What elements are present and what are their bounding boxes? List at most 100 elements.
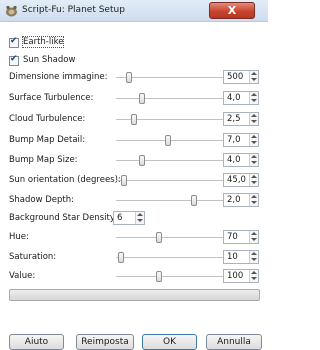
bump-map-detail-spinbox[interactable]: 7,0 — [223, 133, 259, 147]
arrow-down-icon[interactable] — [251, 181, 257, 184]
saturation-value[interactable]: 10 — [227, 252, 238, 262]
image-size-slider-handle[interactable] — [126, 72, 133, 83]
checkbox-box[interactable] — [9, 54, 19, 66]
saturation-slider-handle[interactable] — [118, 252, 125, 263]
param-row-cloud-turbulence: Cloud Turbulence: 2,5 — [9, 112, 259, 128]
value-spinbox[interactable]: 100 — [223, 269, 259, 283]
surface-turbulence-slider-track[interactable] — [116, 98, 226, 99]
reset-button[interactable]: Reimposta — [76, 334, 134, 350]
close-button[interactable]: X — [209, 2, 255, 19]
cloud-turbulence-value[interactable]: 2,5 — [227, 114, 241, 124]
spin-arrows-icon[interactable] — [249, 194, 258, 206]
spin-arrows-icon[interactable] — [135, 212, 144, 224]
bump-map-size-value[interactable]: 4,0 — [227, 155, 241, 165]
shadow-depth-value[interactable]: 2,0 — [227, 195, 241, 205]
sun-orientation-spinbox[interactable]: 45,0 — [223, 173, 259, 187]
saturation-spinbox[interactable]: 10 — [223, 250, 259, 264]
sun-orientation-label: Sun orientation (degrees): — [9, 175, 121, 185]
arrow-down-icon[interactable] — [251, 161, 257, 164]
help-button[interactable]: Aiuto — [9, 334, 64, 350]
arrow-down-icon[interactable] — [251, 78, 257, 81]
arrow-up-icon[interactable] — [251, 195, 257, 198]
param-row-value: Value: 100 — [9, 269, 259, 285]
bump-map-size-spinbox[interactable]: 4,0 — [223, 153, 259, 167]
shadow-depth-slider-handle[interactable] — [190, 195, 197, 206]
image-size-spinbox[interactable]: 500 — [223, 70, 259, 84]
param-row-saturation: Saturation: 10 — [9, 250, 259, 266]
arrow-up-icon[interactable] — [251, 232, 257, 235]
arrow-down-icon[interactable] — [251, 120, 257, 123]
image-size-value[interactable]: 500 — [227, 72, 243, 82]
gimp-icon — [6, 5, 17, 17]
cloud-turbulence-slider-handle[interactable] — [130, 114, 137, 125]
arrow-up-icon[interactable] — [137, 213, 143, 216]
bump-map-size-slider-handle[interactable] — [138, 155, 145, 166]
arrow-down-icon[interactable] — [251, 277, 257, 280]
spin-arrows-icon[interactable] — [249, 92, 258, 104]
bump-map-detail-slider-handle[interactable] — [164, 135, 171, 146]
image-size-slider-track[interactable] — [116, 77, 226, 78]
arrow-down-icon[interactable] — [251, 141, 257, 144]
arrow-up-icon[interactable] — [251, 175, 257, 178]
value-label: Value: — [9, 271, 36, 281]
hue-value[interactable]: 70 — [227, 232, 238, 242]
arrow-up-icon[interactable] — [251, 93, 257, 96]
bump-map-detail-value[interactable]: 7,0 — [227, 135, 241, 145]
arrow-down-icon[interactable] — [251, 258, 257, 261]
bump-map-detail-slider-track[interactable] — [116, 140, 226, 141]
shadow-depth-spinbox[interactable]: 2,0 — [223, 193, 259, 207]
hue-spinbox[interactable]: 70 — [223, 230, 259, 244]
shadow-depth-slider-track[interactable] — [116, 200, 226, 201]
value-value[interactable]: 100 — [227, 271, 243, 281]
arrow-up-icon[interactable] — [251, 252, 257, 255]
bump-map-size-slider-track[interactable] — [116, 160, 226, 161]
arrow-down-icon[interactable] — [251, 238, 257, 241]
spin-arrows-icon[interactable] — [249, 71, 258, 83]
spin-arrows-icon[interactable] — [249, 154, 258, 166]
arrow-up-icon[interactable] — [251, 72, 257, 75]
cancel-button[interactable]: Annulla — [206, 334, 262, 350]
spin-arrows-icon[interactable] — [249, 174, 258, 186]
close-icon: X — [227, 4, 237, 17]
arrow-up-icon[interactable] — [251, 114, 257, 117]
sun-orientation-slider-handle[interactable] — [121, 175, 128, 186]
star-density-value[interactable]: 6 — [117, 213, 122, 223]
sun-orientation-value[interactable]: 45,0 — [227, 175, 246, 185]
progress-bar — [9, 289, 260, 301]
value-slider-handle[interactable] — [155, 271, 162, 282]
spin-arrows-icon[interactable] — [249, 113, 258, 125]
image-size-label: Dimensione immagine: — [9, 72, 108, 82]
surface-turbulence-value[interactable]: 4,0 — [227, 93, 241, 103]
cloud-turbulence-label: Cloud Turbulence: — [9, 114, 86, 124]
surface-turbulence-spinbox[interactable]: 4,0 — [223, 91, 259, 105]
arrow-up-icon[interactable] — [251, 155, 257, 158]
spin-arrows-icon[interactable] — [249, 251, 258, 263]
window-title: Script-Fu: Planet Setup — [22, 5, 125, 15]
hue-slider-handle[interactable] — [155, 232, 162, 243]
value-slider-track[interactable] — [116, 276, 226, 277]
spin-arrows-icon[interactable] — [249, 134, 258, 146]
sun-orientation-slider-track[interactable] — [116, 180, 226, 181]
saturation-slider-track[interactable] — [116, 257, 226, 258]
arrow-up-icon[interactable] — [251, 135, 257, 138]
hue-slider-track[interactable] — [116, 237, 226, 238]
shadow-depth-label: Shadow Depth: — [9, 195, 74, 205]
param-row-image-size: Dimensione immagine: 500 — [9, 70, 259, 86]
param-row-star-density: Background Star Density: 6 — [9, 211, 259, 227]
surface-turbulence-slider-handle[interactable] — [138, 93, 145, 104]
title-bar: Script-Fu: Planet Setup X — [0, 0, 268, 22]
param-row-shadow-depth: Shadow Depth: 2,0 — [9, 193, 259, 209]
arrow-down-icon[interactable] — [251, 99, 257, 102]
spin-arrows-icon[interactable] — [249, 270, 258, 282]
star-density-label: Background Star Density: — [9, 213, 118, 223]
param-row-surface-turbulence: Surface Turbulence: 4,0 — [9, 91, 259, 107]
cloud-turbulence-spinbox[interactable]: 2,5 — [223, 112, 259, 126]
ok-button[interactable]: OK — [142, 334, 197, 350]
spin-arrows-icon[interactable] — [249, 231, 258, 243]
arrow-down-icon[interactable] — [137, 219, 143, 222]
arrow-up-icon[interactable] — [251, 271, 257, 274]
star-density-spinbox[interactable]: 6 — [113, 211, 145, 225]
checkbox-box[interactable] — [9, 36, 19, 48]
arrow-down-icon[interactable] — [251, 201, 257, 204]
param-row-hue: Hue: 70 — [9, 230, 259, 246]
